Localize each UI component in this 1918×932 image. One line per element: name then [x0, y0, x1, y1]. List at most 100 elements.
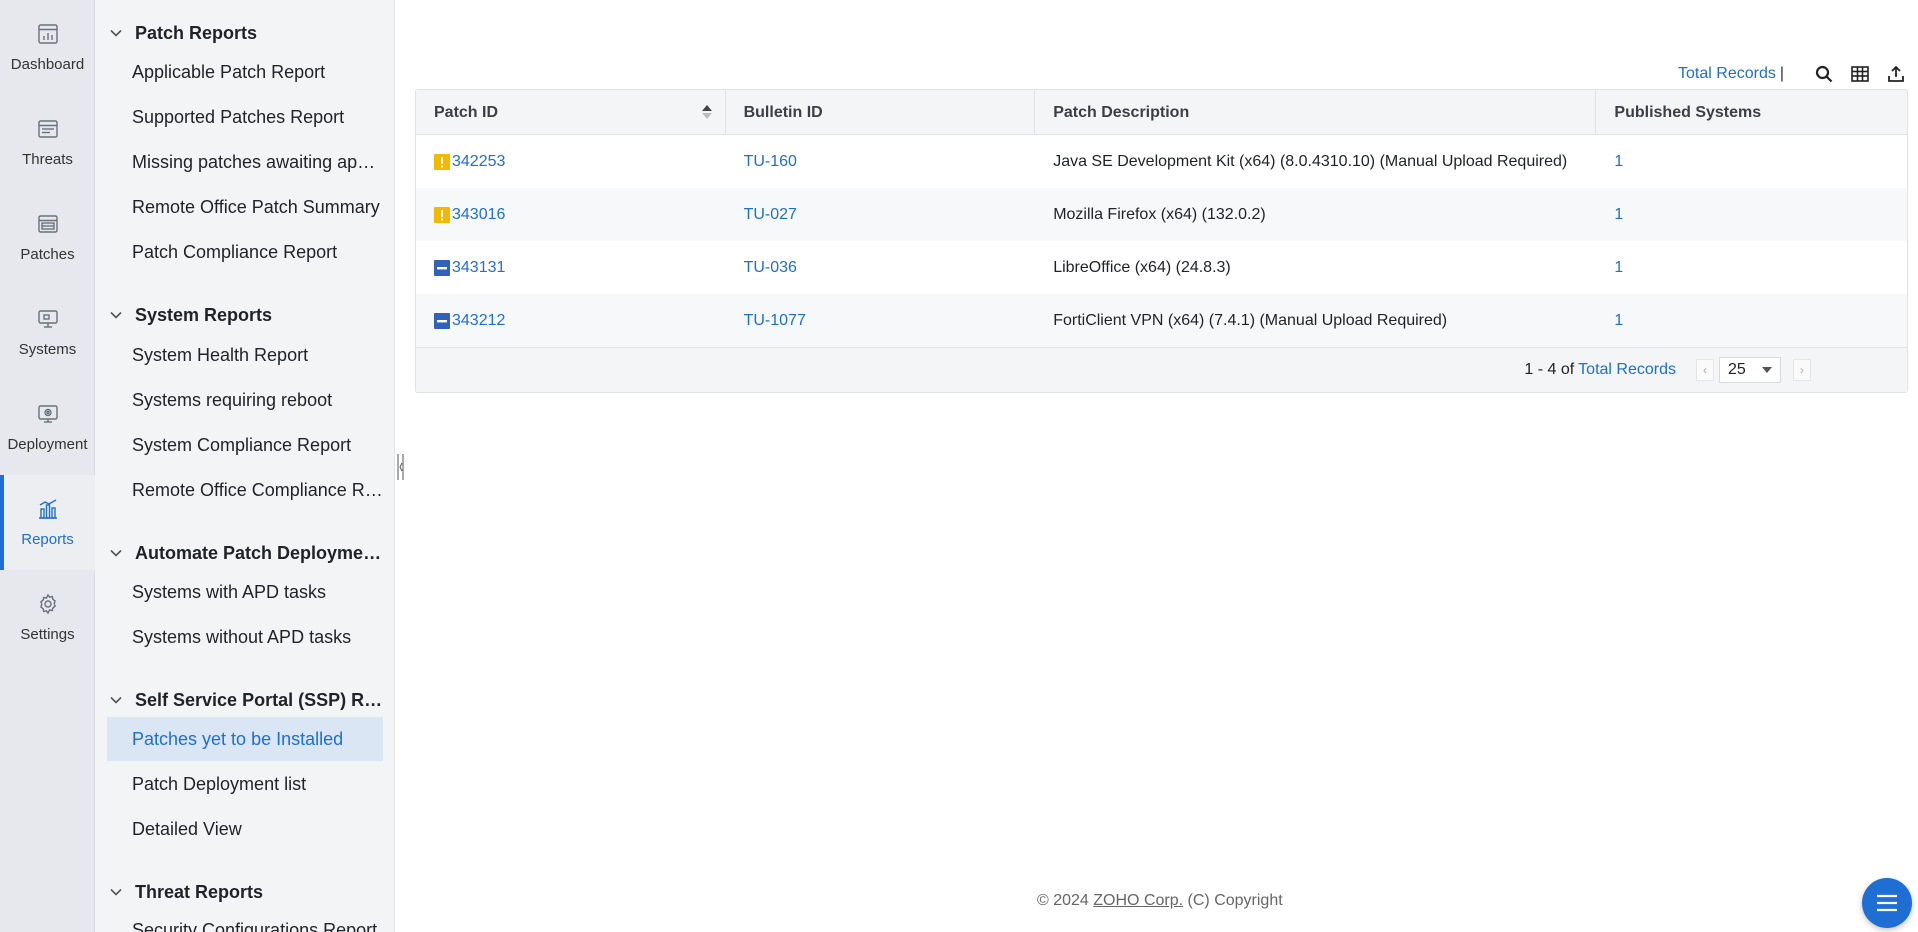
- cell-patch-description: FortiClient VPN (x64) (7.4.1) (Manual Up…: [1053, 311, 1448, 329]
- cell-patch-id: 342253: [416, 135, 726, 188]
- rail-item-deployment[interactable]: Deployment: [0, 380, 95, 475]
- rail-label: Reports: [21, 531, 74, 548]
- nav-link-security-configurations-report[interactable]: Security Configurations Report: [107, 908, 383, 932]
- rail-item-patches[interactable]: Patches: [0, 190, 95, 285]
- chevron-down-icon: [109, 693, 123, 707]
- patch-id-link[interactable]: 343131: [452, 259, 505, 277]
- cell-bulletin-id: TU-160: [726, 135, 1036, 188]
- nav-section-system-reports[interactable]: System Reports: [109, 300, 389, 330]
- cell-patch-id: 343212: [416, 294, 726, 347]
- nav-link-systems-without-apd[interactable]: Systems without APD tasks: [107, 615, 383, 659]
- previous-page-button[interactable]: ‹: [1696, 359, 1714, 381]
- left-icon-rail: Dashboard Threats Patches Systems Deploy…: [0, 0, 95, 932]
- rail-item-threats[interactable]: Threats: [0, 95, 95, 190]
- nav-link-supported-patches-report[interactable]: Supported Patches Report: [107, 95, 383, 139]
- pagination-range: 1 - 4 of: [1524, 361, 1575, 378]
- nav-section-apd[interactable]: Automate Patch Deploymen...: [109, 538, 389, 568]
- bulletin-id-link[interactable]: TU-036: [744, 259, 797, 277]
- reports-nav-panel: Patch Reports Applicable Patch Report Su…: [95, 0, 395, 932]
- cell-bulletin-id: TU-036: [726, 241, 1036, 294]
- cell-patch-id: 343016: [416, 188, 726, 241]
- menu-fab-button[interactable]: [1862, 878, 1912, 928]
- cell-published-systems: 1: [1596, 135, 1907, 188]
- hamburger-icon: [1877, 894, 1897, 912]
- moderate-severity-icon: [434, 259, 450, 276]
- nav-link-patch-deployment-list[interactable]: Patch Deployment list: [107, 762, 383, 806]
- nav-link-system-compliance-report[interactable]: System Compliance Report: [107, 423, 383, 467]
- cell-published-systems: 1: [1596, 188, 1907, 241]
- cell-patch-description: LibreOffice (x64) (24.8.3): [1053, 258, 1231, 276]
- nav-section-patch-reports[interactable]: Patch Reports: [109, 18, 389, 48]
- pagination-total-records-link[interactable]: Total Records: [1578, 361, 1676, 379]
- zoho-corp-link[interactable]: ZOHO Corp.: [1093, 892, 1183, 909]
- patch-id-link[interactable]: 343212: [452, 312, 505, 330]
- nav-link-systems-requiring-reboot[interactable]: Systems requiring reboot: [107, 378, 383, 422]
- cell-patch-description: Java SE Development Kit (x64) (8.0.4310.…: [1053, 152, 1568, 170]
- nav-section-ssp[interactable]: Self Service Portal (SSP) Rep...: [109, 685, 389, 715]
- rail-item-reports[interactable]: Reports: [0, 475, 95, 570]
- important-severity-icon: [434, 153, 450, 170]
- important-severity-icon: [434, 206, 450, 223]
- patches-icon: [36, 212, 60, 236]
- nav-link-remote-office-compliance[interactable]: Remote Office Compliance Re...: [107, 468, 383, 512]
- column-header-patch-description[interactable]: Patch Description: [1035, 90, 1597, 135]
- grid-toolbar: Total Records |: [1678, 62, 1906, 86]
- rail-label: Systems: [18, 341, 77, 358]
- rail-item-settings[interactable]: Settings: [0, 570, 95, 665]
- deployment-icon: [36, 402, 60, 426]
- chevron-down-icon: [109, 885, 123, 899]
- patch-id-link[interactable]: 343016: [452, 206, 505, 224]
- bulletin-id-link[interactable]: TU-160: [744, 153, 797, 171]
- rail-item-dashboard[interactable]: Dashboard: [0, 0, 95, 95]
- systems-icon: [36, 307, 60, 331]
- nav-link-patch-compliance-report[interactable]: Patch Compliance Report: [107, 230, 383, 274]
- column-header-bulletin-id[interactable]: Bulletin ID: [726, 90, 1036, 135]
- bulletin-id-link[interactable]: TU-027: [744, 206, 797, 224]
- panel-resize-handle[interactable]: [396, 452, 405, 482]
- cell-bulletin-id: TU-027: [726, 188, 1036, 241]
- chevron-down-icon: [109, 26, 123, 40]
- nav-link-remote-office-patch-summary[interactable]: Remote Office Patch Summary: [107, 185, 383, 229]
- cell-patch-description: Mozilla Firefox (x64) (132.0.2): [1053, 205, 1266, 223]
- published-systems-link[interactable]: 1: [1614, 259, 1623, 277]
- rail-label: Threats: [22, 151, 73, 168]
- export-icon[interactable]: [1886, 64, 1906, 84]
- nav-link-systems-with-apd[interactable]: Systems with APD tasks: [107, 570, 383, 614]
- sort-icon[interactable]: [701, 102, 713, 122]
- column-chooser-icon[interactable]: [1850, 64, 1870, 84]
- chevron-down-icon: [109, 546, 123, 560]
- bulletin-id-link[interactable]: TU-1077: [744, 312, 806, 330]
- table-row: 343016 TU-027 Mozilla Firefox (x64) (132…: [416, 188, 1907, 241]
- patches-table: Patch ID Bulletin ID Patch Description P…: [415, 89, 1908, 393]
- table-header: Patch ID Bulletin ID Patch Description P…: [416, 90, 1907, 135]
- cell-patch-id: 343131: [416, 241, 726, 294]
- published-systems-link[interactable]: 1: [1614, 153, 1623, 171]
- rail-label: Dashboard: [10, 56, 85, 73]
- table-row: 342253 TU-160 Java SE Development Kit (x…: [416, 135, 1907, 188]
- nav-link-system-health-report[interactable]: System Health Report: [107, 333, 383, 377]
- page-size-value: 25: [1728, 361, 1746, 378]
- column-header-published-systems[interactable]: Published Systems: [1596, 90, 1907, 135]
- nav-link-patches-yet-to-be-installed[interactable]: Patches yet to be Installed: [107, 717, 383, 761]
- next-page-button[interactable]: ›: [1793, 359, 1811, 381]
- total-records-link[interactable]: Total Records: [1678, 65, 1776, 83]
- copyright-footer: © 2024 ZOHO Corp. (C) Copyright: [1037, 892, 1283, 909]
- rail-label: Settings: [20, 626, 75, 643]
- published-systems-link[interactable]: 1: [1614, 206, 1623, 224]
- rail-item-systems[interactable]: Systems: [0, 285, 95, 380]
- page-size-select[interactable]: 25: [1719, 357, 1781, 383]
- search-icon[interactable]: [1814, 64, 1834, 84]
- published-systems-link[interactable]: 1: [1614, 312, 1623, 330]
- nav-link-missing-patches[interactable]: Missing patches awaiting appr...: [107, 140, 383, 184]
- toolbar-separator: |: [1779, 65, 1784, 82]
- patch-id-link[interactable]: 342253: [452, 153, 505, 171]
- table-row: 343212 TU-1077 FortiClient VPN (x64) (7.…: [416, 294, 1907, 347]
- reports-icon: [36, 497, 60, 521]
- nav-link-detailed-view[interactable]: Detailed View: [107, 807, 383, 851]
- pagination-bar: 1 - 4 of Total Records ‹ 25 ›: [416, 347, 1907, 392]
- nav-link-applicable-patch-report[interactable]: Applicable Patch Report: [107, 50, 383, 94]
- column-header-patch-id[interactable]: Patch ID: [416, 90, 726, 135]
- nav-section-threat-reports[interactable]: Threat Reports: [109, 877, 389, 907]
- dashboard-icon: [36, 22, 60, 46]
- chevron-down-icon: [109, 308, 123, 322]
